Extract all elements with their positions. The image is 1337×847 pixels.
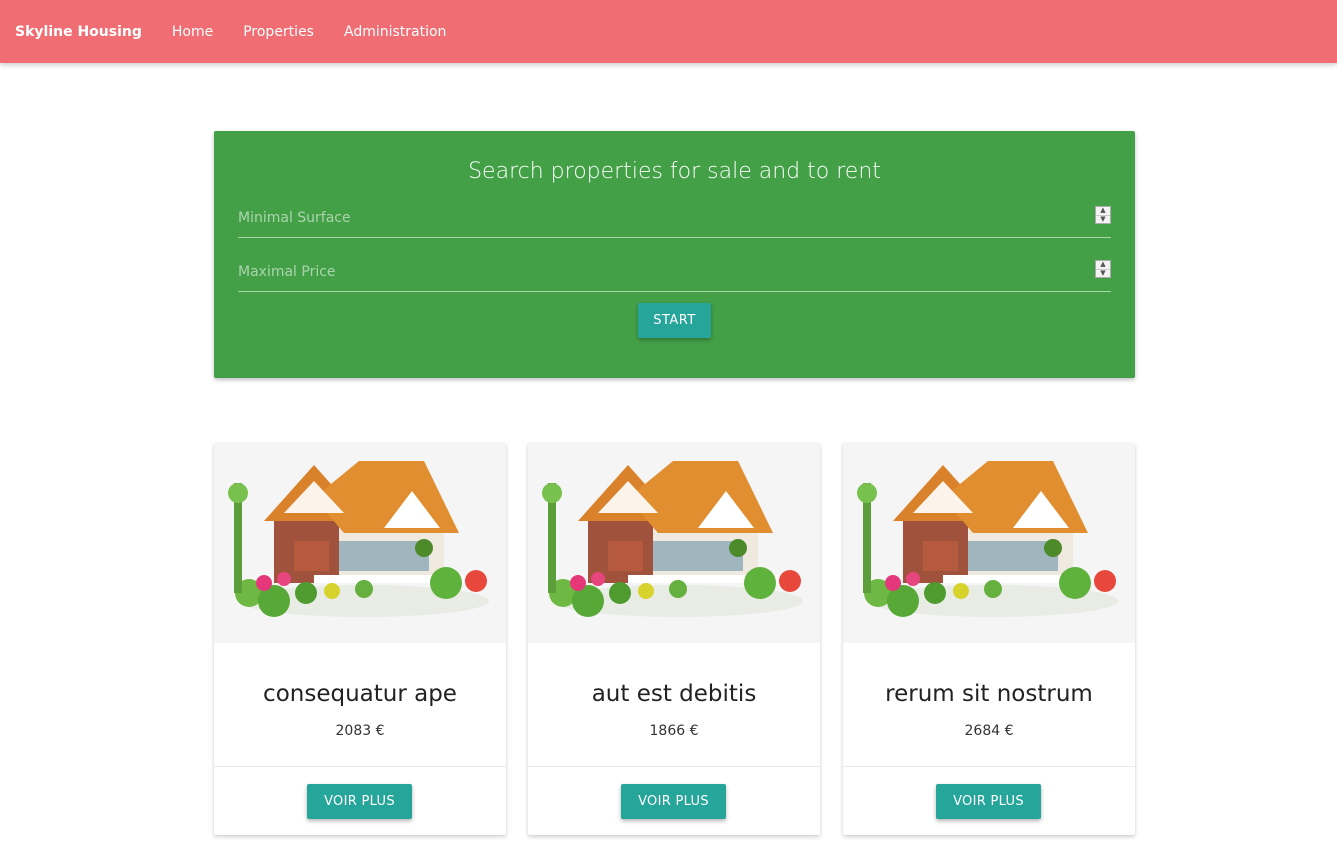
house-image[interactable] (843, 443, 1135, 643)
min-surface-stepper[interactable]: ▲ ▼ (1095, 206, 1111, 224)
stepper-up-icon[interactable]: ▲ (1096, 261, 1110, 269)
top-navbar: Skyline Housing Home Properties Administ… (0, 0, 1337, 63)
voir-plus-button[interactable]: VOIR PLUS (936, 784, 1041, 819)
property-price: 2684 € (964, 723, 1014, 739)
stepper-down-icon[interactable]: ▼ (1096, 214, 1110, 224)
min-surface-input[interactable] (238, 198, 1111, 237)
property-card: aut est debitis 1866 € VOIR PLUS (528, 443, 820, 835)
house-image[interactable] (214, 443, 506, 643)
max-price-input[interactable] (238, 252, 1111, 291)
voir-plus-button[interactable]: VOIR PLUS (307, 784, 412, 819)
nav-link-home[interactable]: Home (172, 24, 213, 40)
search-panel: Search properties for sale and to rent ▲… (214, 131, 1135, 378)
nav-link-properties[interactable]: Properties (243, 24, 314, 40)
house-icon (528, 443, 820, 643)
property-price: 1866 € (649, 723, 699, 739)
card-action-bar: VOIR PLUS (843, 766, 1135, 835)
nav-link-administration[interactable]: Administration (344, 24, 446, 40)
property-card: rerum sit nostrum 2684 € VOIR PLUS (843, 443, 1135, 835)
brand-link[interactable]: Skyline Housing (15, 24, 142, 40)
card-action-bar: VOIR PLUS (528, 766, 820, 835)
property-card: consequatur ape 2083 € VOIR PLUS (214, 443, 506, 835)
house-image[interactable] (528, 443, 820, 643)
max-price-field: ▲ ▼ (238, 252, 1111, 292)
property-title: consequatur ape (263, 681, 457, 707)
house-icon (214, 443, 506, 643)
house-icon (843, 443, 1135, 643)
card-action-bar: VOIR PLUS (214, 766, 506, 835)
property-title: aut est debitis (591, 681, 757, 707)
voir-plus-button[interactable]: VOIR PLUS (621, 784, 726, 819)
property-price: 2083 € (335, 723, 385, 739)
stepper-down-icon[interactable]: ▼ (1096, 268, 1110, 278)
search-title: Search properties for sale and to rent (468, 159, 881, 184)
start-search-button[interactable]: START (638, 303, 711, 338)
min-surface-field: ▲ ▼ (238, 198, 1111, 238)
stepper-up-icon[interactable]: ▲ (1096, 207, 1110, 215)
max-price-stepper[interactable]: ▲ ▼ (1095, 260, 1111, 278)
property-title: rerum sit nostrum (885, 681, 1093, 707)
